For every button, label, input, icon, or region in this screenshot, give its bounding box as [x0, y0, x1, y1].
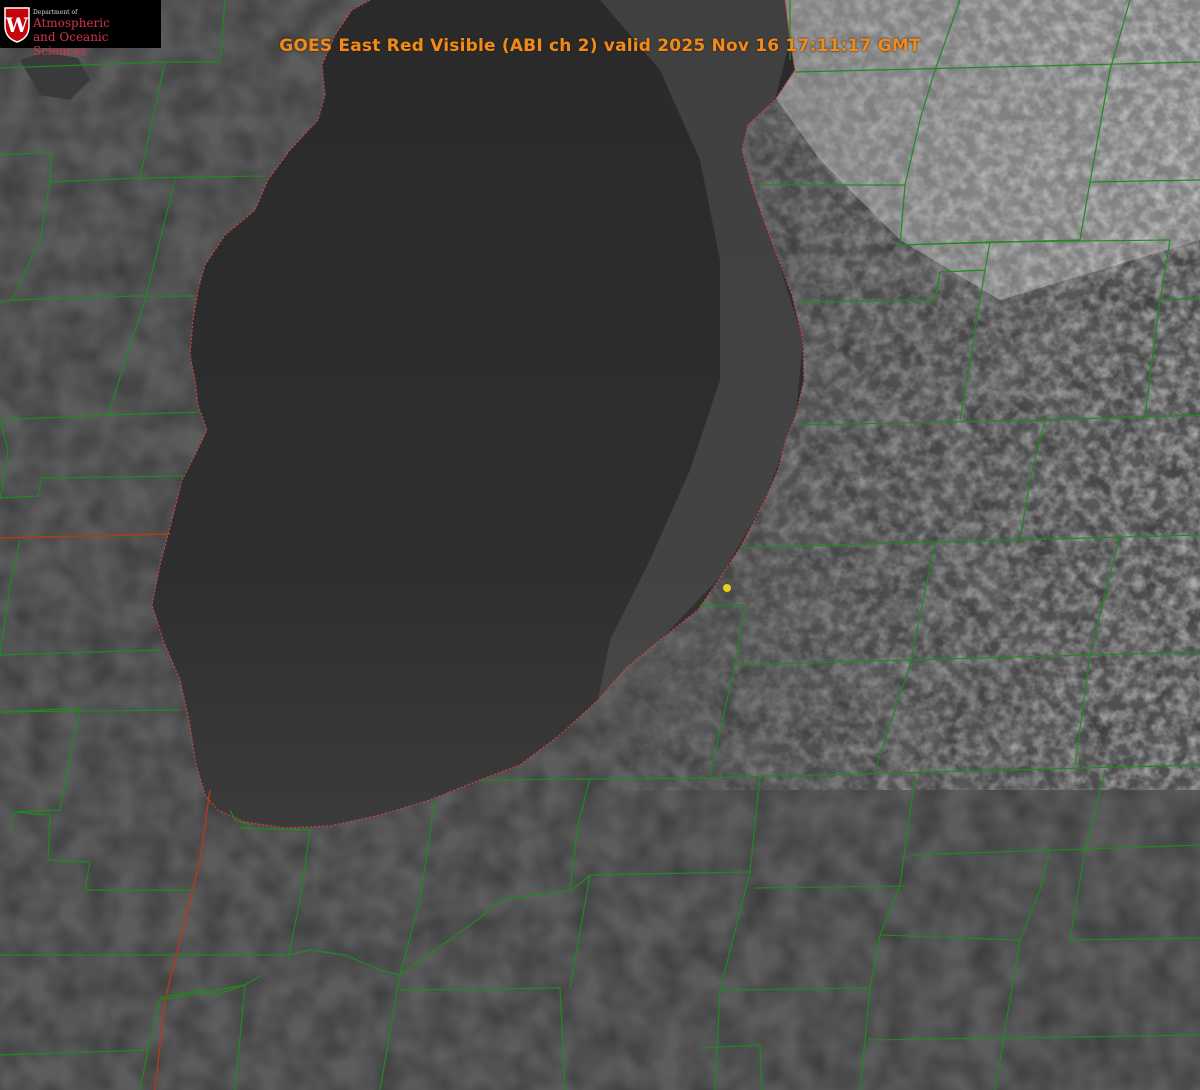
- satellite-map: [0, 0, 1200, 1090]
- image-title: GOES East Red Visible (ABI ch 2) valid 2…: [279, 36, 921, 56]
- logo-line-1: Atmospheric: [33, 16, 110, 30]
- crest-letter: W: [5, 13, 29, 37]
- logo-department: Department of: [33, 9, 78, 16]
- satellite-image-viewer: W Department of Atmospheric and Oceanic …: [0, 0, 1200, 1090]
- station-dot-icon: [723, 584, 731, 592]
